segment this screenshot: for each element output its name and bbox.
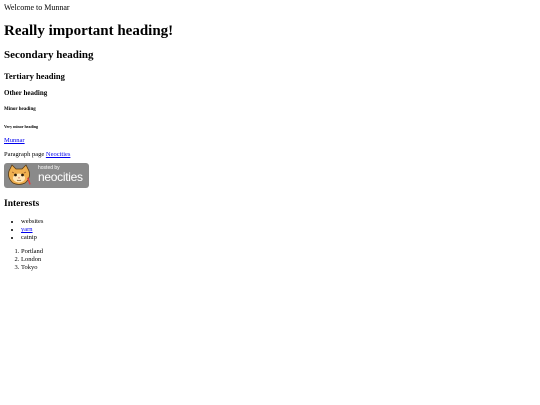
munnar-link-paragraph: Munnar <box>4 137 536 145</box>
list-item: Portland <box>21 248 536 256</box>
interests-list: websites yarn catnip <box>4 218 536 242</box>
list-item: catnip <box>21 234 536 242</box>
paragraph-page: Paragraph page Neocities <box>4 151 536 159</box>
secondary-heading: Secondary heading <box>4 49 94 61</box>
munnar-link[interactable]: Munnar <box>4 137 25 144</box>
welcome-text: Welcome to Munnar <box>4 3 70 12</box>
neocities-link[interactable]: Neocities <box>46 151 71 158</box>
hosted-by-neocities-badge[interactable]: hosted by neocities <box>4 163 89 188</box>
yarn-link[interactable]: yarn <box>21 226 33 233</box>
minor-heading: Minor heading <box>4 107 36 112</box>
other-heading: Other heading <box>4 89 48 97</box>
list-item: Tokyo <box>21 264 536 272</box>
list-item: yarn <box>21 226 536 234</box>
page-content: Welcome to Munnar Really important headi… <box>4 0 536 272</box>
list-item: websites <box>21 218 536 226</box>
badge-big-text: neocities <box>38 170 83 184</box>
tertiary-heading: Tertiary heading <box>4 71 65 81</box>
paragraph-text: Paragraph page <box>4 151 45 158</box>
interests-heading: Interests <box>4 199 40 209</box>
cities-list: Portland London Tokyo <box>4 248 536 272</box>
very-minor-heading: Very minor heading <box>4 124 39 129</box>
neocities-cat-icon <box>8 164 31 185</box>
list-item: London <box>21 256 536 264</box>
main-heading: Really important heading! <box>4 23 174 39</box>
